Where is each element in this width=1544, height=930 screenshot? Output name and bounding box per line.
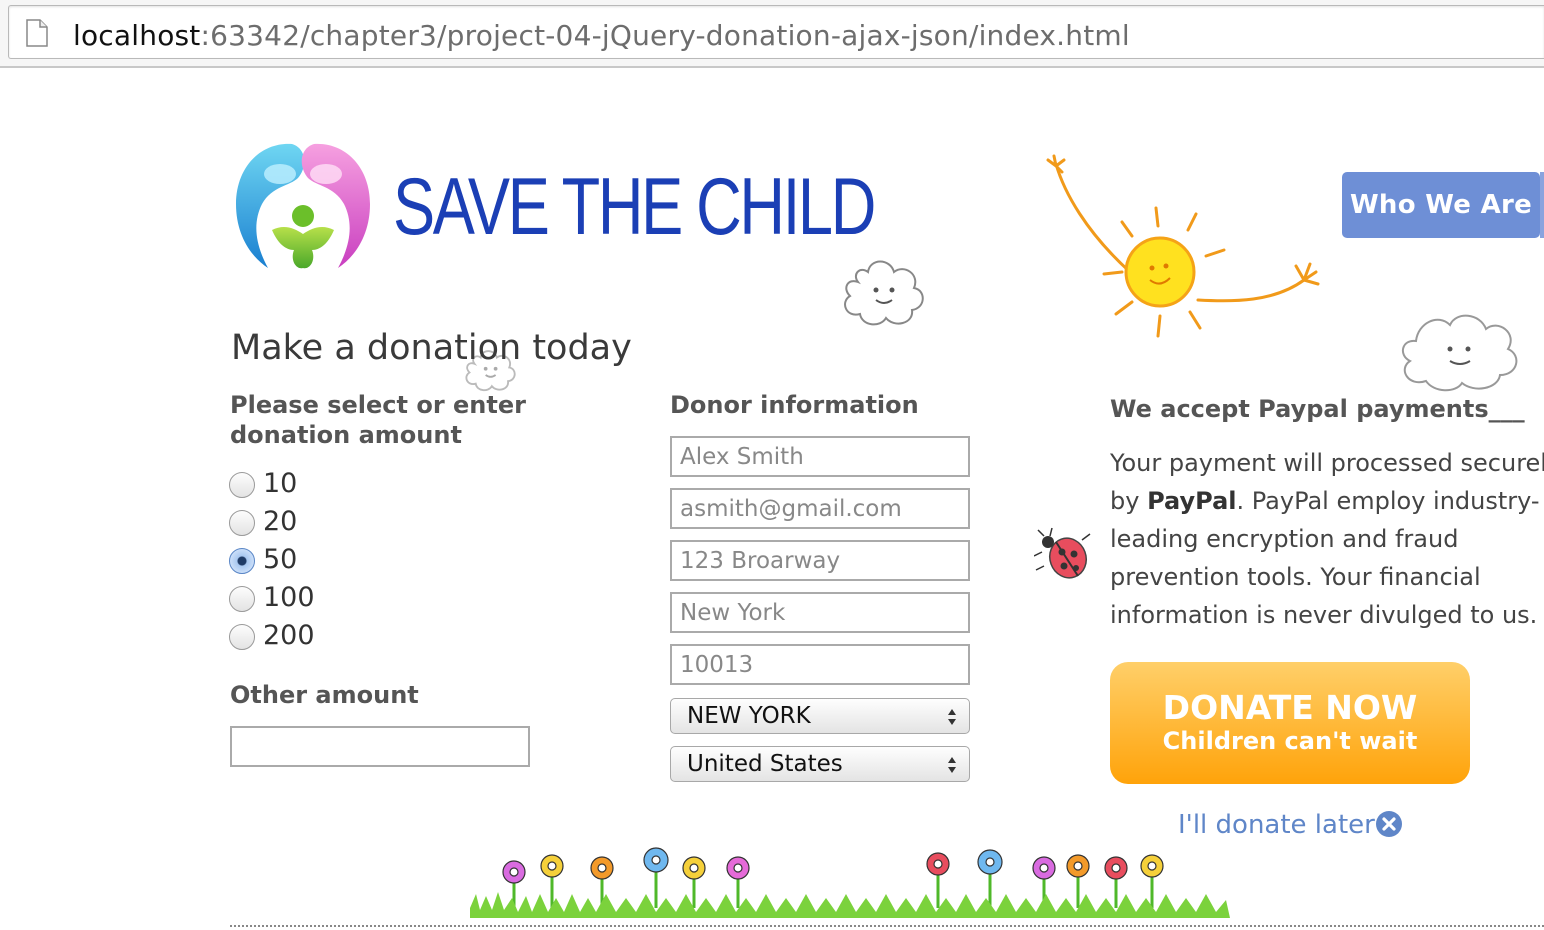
paypal-line-5: information is never divulged to us.	[1110, 601, 1538, 629]
radio-button[interactable]	[229, 510, 255, 536]
other-amount-label: Other amount	[230, 681, 419, 709]
amount-option-200[interactable]: 200	[229, 619, 389, 653]
radio-button[interactable]	[229, 624, 255, 650]
paypal-line-4: prevention tools. Your financial	[1110, 563, 1481, 591]
paypal-line-2: by PayPal. PayPal employ industry-	[1110, 487, 1540, 515]
paypal-line-3: leading encryption and fraud	[1110, 525, 1459, 553]
sun-icon	[1046, 154, 1320, 338]
donor-name-input[interactable]	[670, 436, 970, 477]
select-arrows-icon	[948, 709, 956, 725]
amount-option-10[interactable]: 10	[229, 467, 389, 501]
paypal-line-1: Your payment will processed securely	[1110, 449, 1544, 477]
donate-now-button[interactable]: DONATE NOW Children can't wait	[1110, 662, 1470, 784]
amount-label-200: 200	[263, 620, 315, 651]
who-we-are-button[interactable]: Who We Are	[1342, 172, 1540, 238]
amount-label-100: 100	[263, 582, 315, 613]
browser-address-bar: localhost:63342/chapter3/project-04-jQue…	[0, 0, 1544, 68]
amount-label: Please select or enter donation amount	[230, 391, 526, 449]
donate-later-link[interactable]: I'll donate later	[1178, 808, 1375, 842]
document-icon	[26, 19, 48, 47]
close-circle-icon[interactable]	[1375, 810, 1403, 838]
paypal-heading: We accept Paypal payments___	[1110, 395, 1525, 423]
donate-sub-label: Children can't wait	[1162, 727, 1418, 755]
url-host: localhost	[73, 19, 201, 52]
logo-text[interactable]: SAVE THE CHILD	[393, 162, 876, 252]
url-path: :63342/chapter3/project-04-jQuery-donati…	[200, 19, 1130, 52]
amount-label-20: 20	[263, 506, 298, 537]
toolbar-divider	[0, 66, 1544, 68]
cloud-icon	[844, 260, 924, 326]
donor-address-input[interactable]	[670, 540, 970, 581]
donor-info-label: Donor information	[670, 391, 919, 419]
amount-label-10: 10	[263, 468, 298, 499]
donor-zip-input[interactable]	[670, 644, 970, 685]
paypal-description: Your payment will processed securely by …	[1110, 444, 1544, 634]
paypal-bold: PayPal	[1147, 487, 1237, 515]
radio-button[interactable]	[229, 472, 255, 498]
amount-option-20[interactable]: 20	[229, 505, 389, 539]
donor-email-input[interactable]	[670, 488, 970, 529]
country-select[interactable]: United States	[670, 746, 970, 782]
url-field[interactable]: localhost:63342/chapter3/project-04-jQue…	[8, 5, 1544, 59]
donor-city-input[interactable]	[670, 592, 970, 633]
radio-button-selected[interactable]	[229, 548, 255, 574]
page-title: Make a donation today	[231, 328, 632, 368]
select-arrows-icon	[948, 757, 956, 773]
amount-label-50: 50	[263, 544, 298, 575]
donate-now-label: DONATE NOW	[1162, 688, 1418, 727]
country-select-value: United States	[687, 751, 843, 777]
cloud-icon-right	[1401, 314, 1518, 392]
amount-option-50[interactable]: 50	[229, 543, 389, 577]
ladybug-icon	[1034, 527, 1091, 579]
amount-option-100[interactable]: 100	[229, 581, 389, 615]
logo-icon	[236, 143, 370, 269]
nav-button-next-edge[interactable]	[1540, 172, 1544, 238]
state-select[interactable]: NEW YORK	[670, 698, 970, 734]
state-select-value: NEW YORK	[687, 703, 811, 729]
flowers-grass-icon	[470, 847, 1230, 918]
url-text: localhost:63342/chapter3/project-04-jQue…	[73, 19, 1130, 53]
footer-divider	[230, 925, 1544, 927]
other-amount-input[interactable]	[230, 726, 530, 767]
radio-button[interactable]	[229, 586, 255, 612]
